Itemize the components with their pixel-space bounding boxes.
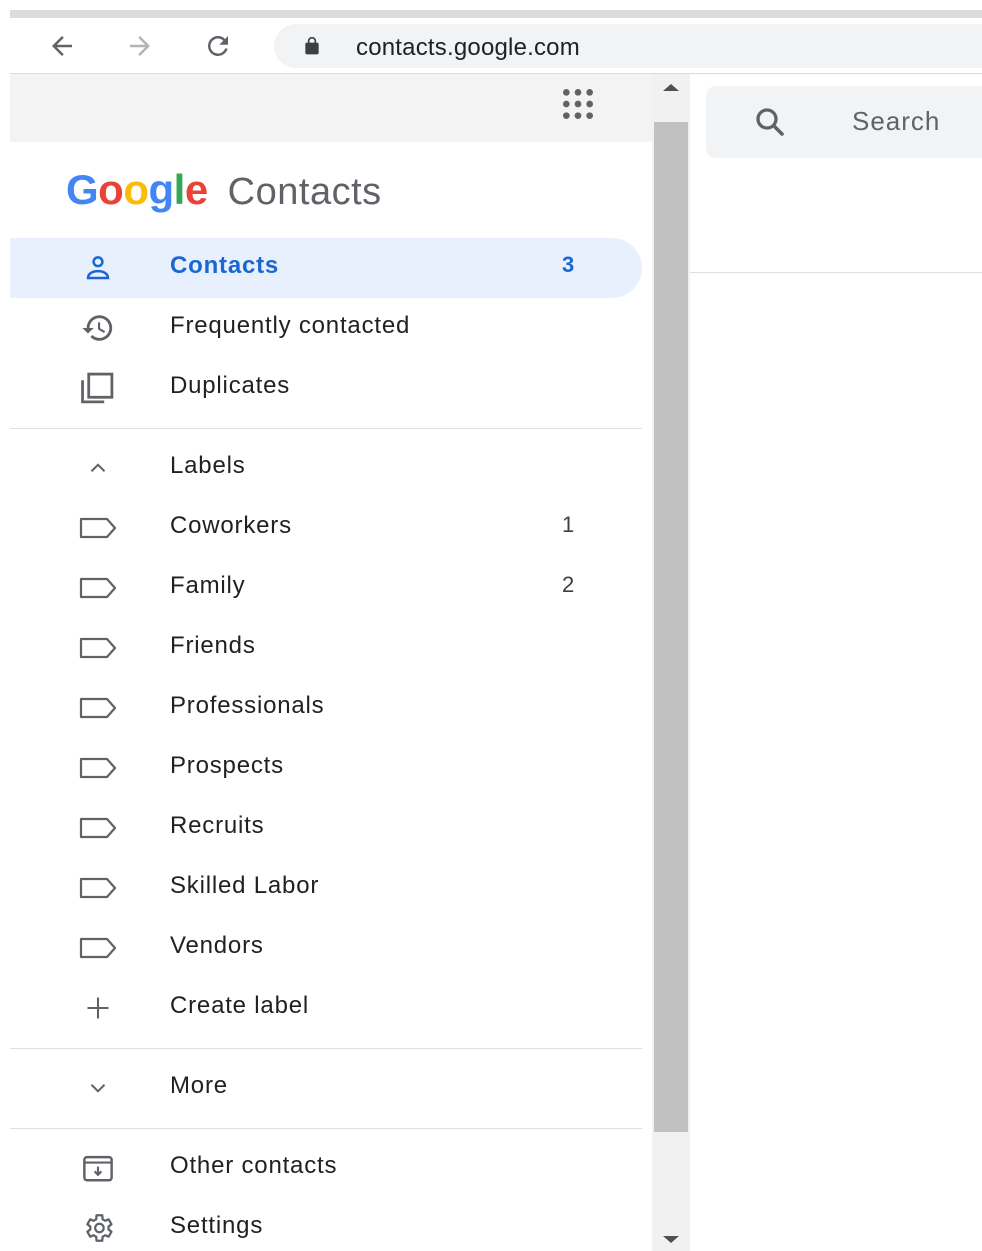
- label-item-coworkers[interactable]: Coworkers 1: [10, 498, 642, 558]
- back-button[interactable]: [42, 28, 82, 64]
- history-icon: [76, 312, 120, 344]
- sidebar: Google Contacts Contacts 3 Frequently co…: [10, 74, 652, 1251]
- scroll-thumb[interactable]: [654, 122, 688, 1132]
- label-name: Vendors: [170, 932, 264, 959]
- label-item-skilled-labor[interactable]: Skilled Labor: [10, 858, 642, 918]
- google-logo: Google: [66, 166, 208, 213]
- label-icon: [76, 572, 120, 604]
- chevron-up-icon: [76, 452, 120, 484]
- nav-item-duplicates[interactable]: Duplicates: [10, 358, 642, 418]
- nav-item-settings[interactable]: Settings: [10, 1198, 642, 1251]
- labels-section-toggle[interactable]: Labels: [10, 438, 642, 498]
- reload-icon: [208, 35, 228, 56]
- label-name: Coworkers: [170, 512, 292, 539]
- main-content: Search: [690, 74, 982, 1251]
- create-label-text: Create label: [170, 992, 310, 1019]
- nav-item-label: Settings: [170, 1212, 264, 1239]
- contacts-count: 3: [562, 252, 575, 277]
- label-icon: [76, 872, 120, 904]
- search-icon[interactable]: [750, 104, 790, 140]
- nav-item-label: Duplicates: [170, 372, 291, 399]
- arrow-left-icon: [52, 36, 72, 56]
- gear-icon: [76, 1212, 120, 1244]
- label-icon: [76, 632, 120, 664]
- label-icon: [76, 692, 120, 724]
- product-name: Contacts: [227, 171, 382, 213]
- apps-grid-icon: [563, 89, 593, 119]
- create-label-button[interactable]: Create label: [10, 978, 642, 1038]
- url-text: contacts.google.com: [356, 34, 580, 61]
- label-icon: [76, 752, 120, 784]
- scroll-up-arrow[interactable]: [663, 84, 679, 91]
- nav-item-frequently-contacted[interactable]: Frequently contacted: [10, 298, 642, 358]
- label-count: 1: [562, 512, 575, 537]
- label-item-prospects[interactable]: Prospects: [10, 738, 642, 798]
- arrow-right-icon: [130, 36, 150, 56]
- more-toggle[interactable]: More: [10, 1058, 642, 1118]
- label-item-recruits[interactable]: Recruits: [10, 798, 642, 858]
- label-name: Professionals: [170, 692, 325, 719]
- chevron-down-icon: [76, 1072, 120, 1104]
- app-logo[interactable]: Google Contacts: [66, 166, 382, 222]
- label-name: Skilled Labor: [170, 872, 320, 899]
- nav-item-other-contacts[interactable]: Other contacts: [10, 1138, 642, 1198]
- label-name: Family: [170, 572, 246, 599]
- archive-download-icon: [76, 1152, 120, 1184]
- divider: [10, 428, 642, 429]
- nav-item-label: Contacts: [170, 252, 280, 279]
- label-item-vendors[interactable]: Vendors: [10, 918, 642, 978]
- sidebar-header: [10, 74, 652, 142]
- divider: [10, 1128, 642, 1129]
- nav-item-contacts[interactable]: Contacts 3: [10, 238, 642, 298]
- label-name: Prospects: [170, 752, 284, 779]
- labels-header: Labels: [170, 452, 246, 479]
- lock-icon: [305, 36, 319, 55]
- label-name: Recruits: [170, 812, 265, 839]
- forward-button[interactable]: [120, 28, 160, 64]
- plus-icon: [76, 992, 120, 1024]
- person-icon: [76, 252, 120, 284]
- label-icon: [76, 812, 120, 844]
- nav-item-label: Other contacts: [170, 1152, 338, 1179]
- more-label: More: [170, 1072, 228, 1099]
- label-icon: [76, 932, 120, 964]
- search-input[interactable]: Search: [852, 106, 940, 137]
- label-item-family[interactable]: Family 2: [10, 558, 642, 618]
- reload-button[interactable]: [198, 28, 238, 64]
- search-bar[interactable]: Search: [706, 86, 982, 158]
- nav-item-label: Frequently contacted: [170, 312, 411, 339]
- scroll-down-arrow[interactable]: [663, 1236, 679, 1243]
- header-divider: [690, 272, 982, 273]
- browser-toolbar: contacts.google.com: [10, 18, 982, 74]
- label-name: Friends: [170, 632, 256, 659]
- browser-tab-strip: [10, 10, 982, 18]
- divider: [10, 1048, 642, 1049]
- address-bar[interactable]: contacts.google.com: [274, 24, 982, 68]
- label-icon: [76, 512, 120, 544]
- google-apps-button[interactable]: [556, 82, 600, 126]
- label-item-friends[interactable]: Friends: [10, 618, 642, 678]
- duplicates-icon: [76, 372, 120, 404]
- label-item-professionals[interactable]: Professionals: [10, 678, 642, 738]
- label-count: 2: [562, 572, 575, 597]
- sidebar-scrollbar[interactable]: [652, 74, 690, 1251]
